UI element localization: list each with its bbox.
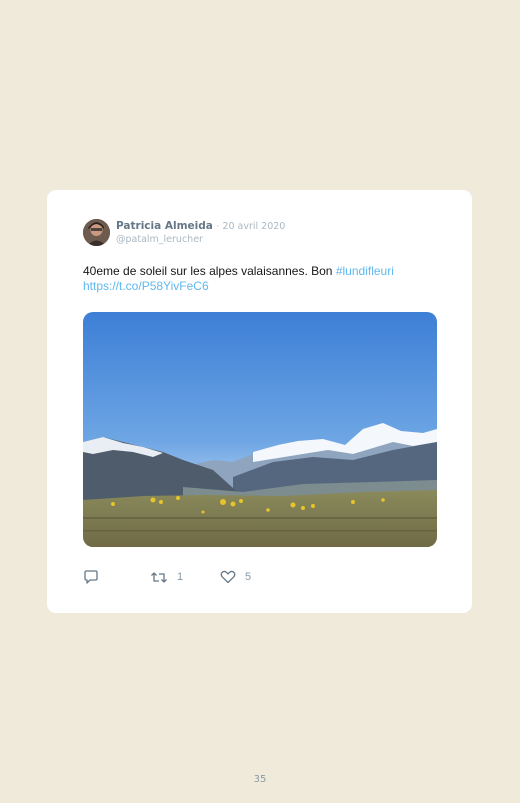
retweet-count: 1 <box>177 571 184 583</box>
tweet-body: 40eme de soleil sur les alpes valaisanne… <box>83 264 336 278</box>
separator: · <box>216 222 220 232</box>
page-number: 35 <box>253 774 267 785</box>
tweet-header: Patricia Almeida · 20 avril 2020 @patalm… <box>83 219 443 247</box>
retweet-icon <box>150 570 168 585</box>
hashtag-link[interactable]: #lundifleuri <box>336 264 394 278</box>
tweet-date[interactable]: 20 avril 2020 <box>222 221 285 232</box>
tweet-photo[interactable] <box>83 312 437 547</box>
url-link[interactable]: https://t.co/P58YivFeC6 <box>83 279 209 293</box>
author-handle[interactable]: @patalm_lerucher <box>116 234 203 245</box>
tweet-actions: 1 5 <box>83 568 443 586</box>
avatar[interactable] <box>83 219 110 246</box>
author-name[interactable]: Patricia Almeida <box>116 220 213 232</box>
tweet-text: 40eme de soleil sur les alpes valaisanne… <box>83 264 443 294</box>
heart-icon <box>220 570 236 584</box>
like-button[interactable]: 5 <box>220 568 251 586</box>
comment-icon <box>83 569 99 585</box>
like-count: 5 <box>245 571 252 583</box>
retweet-button[interactable]: 1 <box>150 568 183 586</box>
reply-button[interactable] <box>83 568 99 586</box>
tweet-card: Patricia Almeida · 20 avril 2020 @patalm… <box>47 190 472 613</box>
